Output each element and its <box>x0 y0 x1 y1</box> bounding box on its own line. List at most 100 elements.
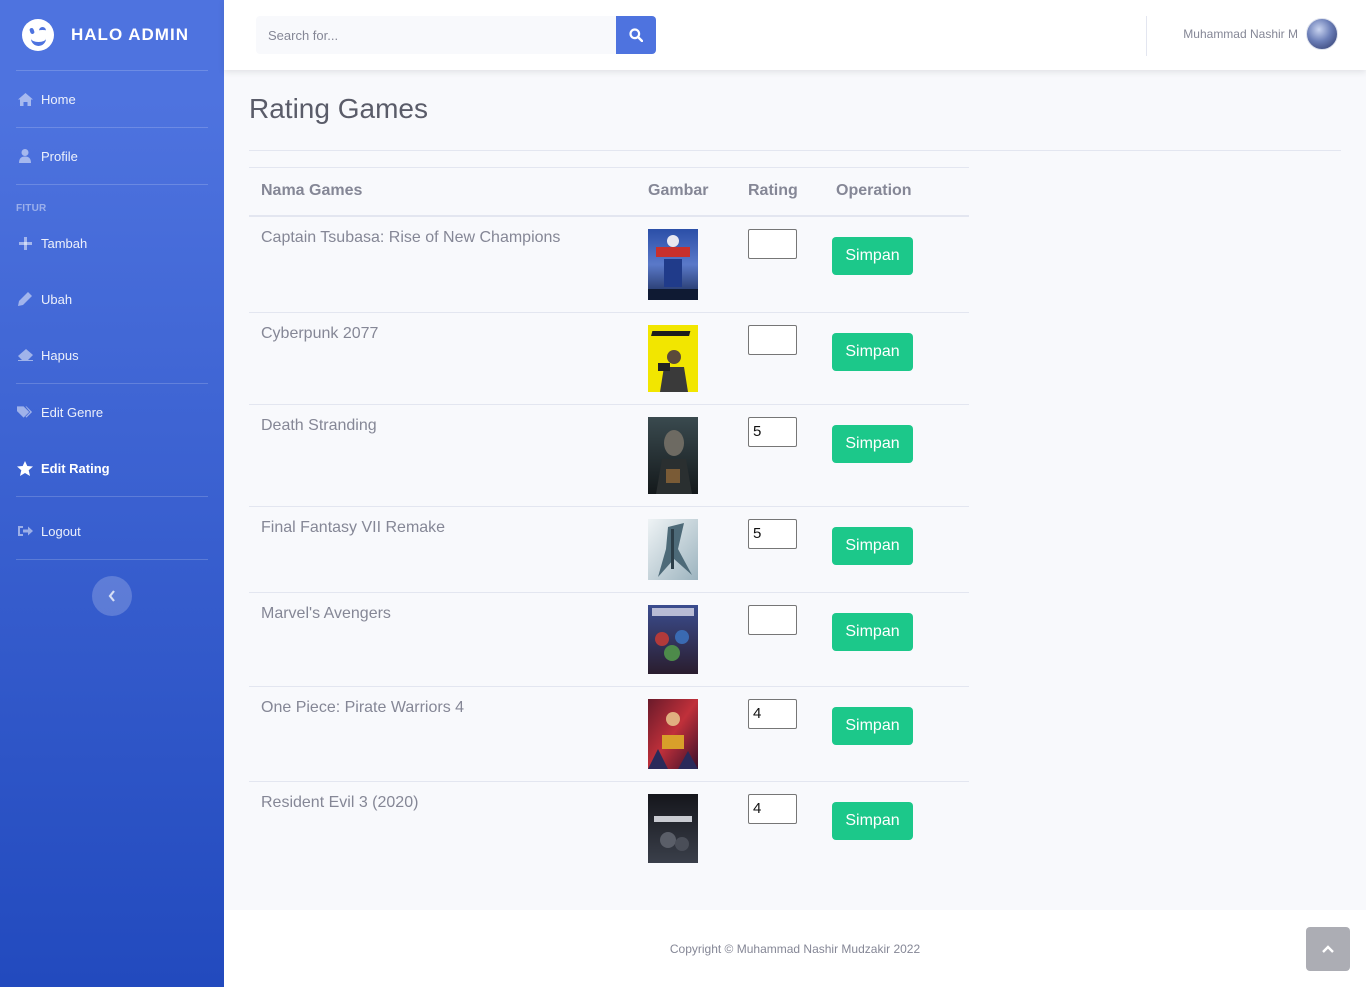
game-cover-image <box>648 324 698 392</box>
sidebar-item-label: Home <box>41 91 76 107</box>
sidebar-item-label: Ubah <box>41 291 73 307</box>
simpan-button[interactable]: Simpan <box>832 801 913 840</box>
user-name: Muhammad Nashir M <box>1183 27 1298 41</box>
operation-cell: Simpan <box>824 215 969 312</box>
rating-input[interactable] <box>748 698 797 729</box>
sidebar-item-hapus[interactable]: Hapus <box>0 327 224 383</box>
brand-title: HALO ADMIN <box>71 25 189 44</box>
game-image-cell <box>636 505 736 592</box>
search-button[interactable] <box>616 16 656 54</box>
sidebar-item-logout[interactable]: Logout <box>0 503 224 559</box>
sidebar-divider <box>16 496 208 497</box>
sidebar-item-label: Profile <box>41 148 78 164</box>
table-row: Death Stranding Simpan <box>249 403 969 506</box>
simpan-button[interactable]: Simpan <box>832 612 913 651</box>
sidebar-item-edit-genre[interactable]: Edit Genre <box>0 384 224 440</box>
rating-cell <box>736 311 824 404</box>
operation-cell: Simpan <box>824 685 969 781</box>
simpan-button[interactable]: Simpan <box>832 706 913 745</box>
rating-cell <box>736 780 824 875</box>
game-image-cell <box>636 780 736 875</box>
rating-input[interactable] <box>748 228 797 259</box>
rating-input[interactable] <box>748 416 797 447</box>
eraser-icon <box>17 347 33 363</box>
simpan-button[interactable]: Simpan <box>832 424 913 463</box>
game-name: Cyberpunk 2077 <box>249 311 636 404</box>
game-cover-image <box>648 698 698 769</box>
game-image-cell <box>636 403 736 506</box>
plus-icon <box>17 235 33 251</box>
operation-cell: Simpan <box>824 505 969 592</box>
game-cover-image <box>648 416 698 494</box>
avatar <box>1306 18 1338 50</box>
pencil-icon <box>17 291 33 307</box>
operation-cell: Simpan <box>824 311 969 404</box>
header-gambar: Gambar <box>648 182 709 200</box>
rating-input[interactable] <box>748 793 797 824</box>
header-operation: Operation <box>836 182 912 200</box>
sidebar-item-profile[interactable]: Profile <box>0 128 224 184</box>
game-cover-image <box>648 604 698 674</box>
game-cover-image <box>648 518 698 580</box>
sidebar-item-label: Tambah <box>41 235 88 251</box>
game-image-cell <box>636 685 736 781</box>
home-icon <box>17 91 33 107</box>
sidebar-item-label: Hapus <box>41 347 79 363</box>
user-dropdown[interactable]: Muhammad Nashir M <box>1183 18 1338 50</box>
rating-input[interactable] <box>748 518 797 549</box>
game-image-cell <box>636 215 736 312</box>
operation-cell: Simpan <box>824 591 969 686</box>
topbar: Muhammad Nashir M <box>224 0 1366 70</box>
header-rating: Rating <box>748 182 798 200</box>
topbar-divider <box>1146 16 1147 56</box>
brand[interactable]: HALO ADMIN <box>0 0 224 70</box>
sidebar-toggle-button[interactable] <box>92 576 132 616</box>
chevron-left-icon <box>108 590 115 602</box>
title-divider <box>249 150 1341 151</box>
rating-cell <box>736 215 824 312</box>
table-header-row: Nama Games Gambar Rating Operation <box>249 167 969 216</box>
header-nama-games: Nama Games <box>261 182 363 200</box>
table-row: Captain Tsubasa: Rise of New Champions S… <box>249 215 969 312</box>
simpan-button[interactable]: Simpan <box>832 236 913 275</box>
rating-cell <box>736 505 824 592</box>
rating-table: Nama Games Gambar Rating Operation Capta… <box>249 167 969 875</box>
table-row: One Piece: Pirate Warriors 4 Simpa <box>249 685 969 781</box>
sidebar-item-label: Edit Rating <box>41 460 110 476</box>
sidebar-item-label: Logout <box>41 523 81 539</box>
page-title: Rating Games <box>249 93 428 124</box>
game-image-cell <box>636 591 736 686</box>
rating-input[interactable] <box>748 324 797 355</box>
game-name: Death Stranding <box>249 403 636 506</box>
game-name: Final Fantasy VII Remake <box>249 505 636 592</box>
rating-cell <box>736 685 824 781</box>
operation-cell: Simpan <box>824 403 969 506</box>
game-name: One Piece: Pirate Warriors 4 <box>249 685 636 781</box>
sidebar-item-home[interactable]: Home <box>0 71 224 127</box>
sign-out-icon <box>17 523 33 539</box>
game-cover-image <box>648 228 698 300</box>
sidebar-item-ubah[interactable]: Ubah <box>0 271 224 327</box>
sidebar-item-tambah[interactable]: Tambah <box>0 215 224 271</box>
scroll-to-top-button[interactable] <box>1306 927 1350 971</box>
user-icon <box>17 148 33 164</box>
sidebar-item-label: Edit Genre <box>41 404 104 420</box>
rating-cell <box>736 403 824 506</box>
simpan-button[interactable]: Simpan <box>832 332 913 371</box>
star-icon <box>17 460 33 476</box>
simpan-button[interactable]: Simpan <box>832 526 913 565</box>
search-icon <box>629 28 643 42</box>
table-row: Cyberpunk 2077 Simpan <box>249 311 969 404</box>
table-row: Final Fantasy VII Remake Simpan <box>249 505 969 592</box>
rating-input[interactable] <box>748 604 797 635</box>
operation-cell: Simpan <box>824 780 969 875</box>
sidebar-heading: FITUR <box>16 203 47 214</box>
search-input[interactable] <box>256 16 616 54</box>
game-name: Marvel's Avengers <box>249 591 636 686</box>
main-content: Rating Games Nama Games Gambar Rating Op… <box>249 70 1341 875</box>
game-name: Captain Tsubasa: Rise of New Champions <box>249 215 636 312</box>
copyright-text: Copyright © Muhammad Nashir Mudzakir 202… <box>669 941 921 956</box>
laugh-wink-icon <box>22 19 54 51</box>
sidebar: HALO ADMIN Home Profile FITUR Tambah Uba… <box>0 0 224 987</box>
sidebar-item-edit-rating[interactable]: Edit Rating <box>0 440 224 496</box>
